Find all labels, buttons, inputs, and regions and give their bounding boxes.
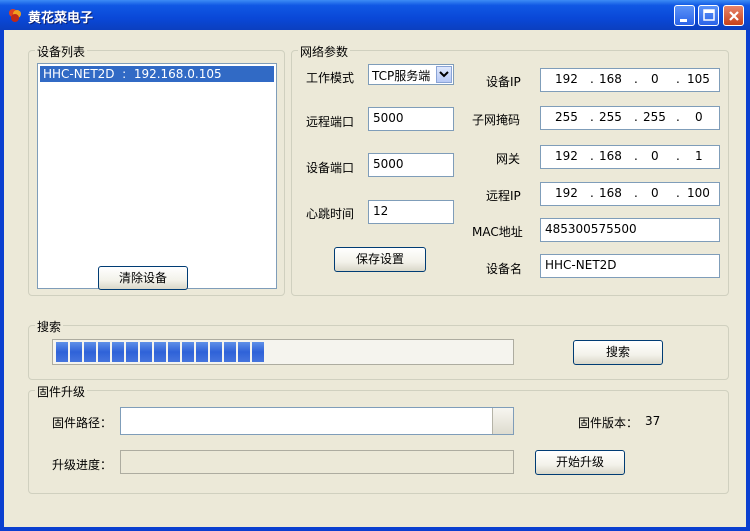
firmware-group: 固件升级 xyxy=(28,383,729,494)
progress-segment xyxy=(154,342,166,362)
clear-devices-button[interactable]: 清除设备 xyxy=(98,266,188,290)
firmware-group-label: 固件升级 xyxy=(35,383,88,400)
ip-octet: 100 xyxy=(687,186,710,200)
progress-segment xyxy=(126,342,138,362)
maximize-button[interactable] xyxy=(698,5,719,26)
ip-octet: 255 xyxy=(599,110,622,124)
work-mode-value: TCP服务端 xyxy=(372,69,431,83)
ip-octet: 1 xyxy=(695,149,703,163)
ip-octet: 0 xyxy=(651,72,659,86)
client-area: 设备列表 HHC-NET2D : 192.168.0.105 清除设备 网络参数… xyxy=(4,30,746,527)
browse-button[interactable] xyxy=(492,408,513,434)
search-group-label: 搜索 xyxy=(35,318,64,335)
heartbeat-label: 心跳时间 xyxy=(306,207,355,221)
ip-octet: 255 xyxy=(643,110,666,124)
ip-octet: 168 xyxy=(599,72,622,86)
firmware-version-label: 固件版本： xyxy=(578,416,639,430)
ip-octet: 105 xyxy=(687,72,710,86)
device-listbox[interactable]: HHC-NET2D : 192.168.0.105 xyxy=(37,63,277,289)
subnet-mask-input[interactable]: 255 . 255 . 255 . 0 xyxy=(540,106,720,130)
progress-segment xyxy=(84,342,96,362)
device-list-group-label: 设备列表 xyxy=(35,43,88,60)
close-icon xyxy=(729,11,739,21)
remote-port-label: 远程端口 xyxy=(306,115,355,129)
remote-ip-input[interactable]: 192 . 168 . 0 . 100 xyxy=(540,182,720,206)
progress-segment xyxy=(98,342,110,362)
device-ip-label: 设备IP xyxy=(486,75,521,89)
work-mode-label: 工作模式 xyxy=(306,71,355,85)
ip-octet: 0 xyxy=(695,110,703,124)
firmware-version-value: 37 xyxy=(645,414,661,428)
save-settings-button[interactable]: 保存设置 xyxy=(334,247,426,272)
ip-octet: 255 xyxy=(555,110,578,124)
search-button[interactable]: 搜索 xyxy=(573,340,663,365)
progress-segment xyxy=(252,342,264,362)
dropdown-button[interactable] xyxy=(436,66,452,83)
ip-octet: 0 xyxy=(651,149,659,163)
start-upgrade-button[interactable]: 开始升级 xyxy=(535,450,625,475)
progress-segment xyxy=(210,342,222,362)
minimize-button[interactable] xyxy=(674,5,695,26)
ip-octet: 168 xyxy=(599,186,622,200)
subnet-mask-label: 子网掩码 xyxy=(472,113,521,127)
gateway-label: 网关 xyxy=(496,152,521,166)
progress-segment xyxy=(70,342,82,362)
remote-port-input[interactable]: 5000 xyxy=(368,107,454,131)
chevron-down-icon xyxy=(439,71,449,78)
firmware-path-label: 固件路径： xyxy=(52,416,113,430)
ip-octet: 168 xyxy=(599,149,622,163)
close-button[interactable] xyxy=(723,5,744,26)
ip-octet: 192 xyxy=(555,72,578,86)
device-ip-input[interactable]: 192 . 168 . 0 . 105 xyxy=(540,68,720,92)
progress-segment xyxy=(196,342,208,362)
minimize-icon xyxy=(680,19,687,22)
maximize-icon xyxy=(703,9,715,21)
work-mode-select[interactable]: TCP服务端 xyxy=(368,64,454,85)
app-window: 黄花菜电子 设备列表 HHC-NET2D : 192.168.0.105 清除设… xyxy=(0,0,750,531)
list-item[interactable]: HHC-NET2D : 192.168.0.105 xyxy=(40,66,274,82)
remote-ip-label: 远程IP xyxy=(486,189,521,203)
ip-octet: 0 xyxy=(651,186,659,200)
ip-octet: 192 xyxy=(555,186,578,200)
ip-octet: 192 xyxy=(555,149,578,163)
mac-address-input[interactable]: 485300575500 xyxy=(540,218,720,242)
device-port-label: 设备端口 xyxy=(306,161,355,175)
gateway-input[interactable]: 192 . 168 . 0 . 1 xyxy=(540,145,720,169)
window-title: 黄花菜电子 xyxy=(28,11,94,26)
device-name-label: 设备名 xyxy=(486,262,523,276)
heartbeat-input[interactable]: 12 xyxy=(368,200,454,224)
firmware-path-input[interactable] xyxy=(120,407,514,435)
progress-segment xyxy=(56,342,68,362)
app-icon xyxy=(9,9,21,22)
network-params-group-label: 网络参数 xyxy=(298,43,351,60)
progress-segment xyxy=(224,342,236,362)
progress-segment xyxy=(112,342,124,362)
mac-address-label: MAC地址 xyxy=(472,225,523,239)
device-port-input[interactable]: 5000 xyxy=(368,153,454,177)
title-bar[interactable]: 黄花菜电子 xyxy=(0,0,750,30)
upgrade-progress-label: 升级进度： xyxy=(52,458,113,472)
progress-segment xyxy=(238,342,250,362)
progress-segment xyxy=(182,342,194,362)
progress-segment xyxy=(168,342,180,362)
progress-segment xyxy=(140,342,152,362)
device-name-input[interactable]: HHC-NET2D xyxy=(540,254,720,278)
search-progress-bar xyxy=(52,339,514,365)
upgrade-progress-bar xyxy=(120,450,514,474)
